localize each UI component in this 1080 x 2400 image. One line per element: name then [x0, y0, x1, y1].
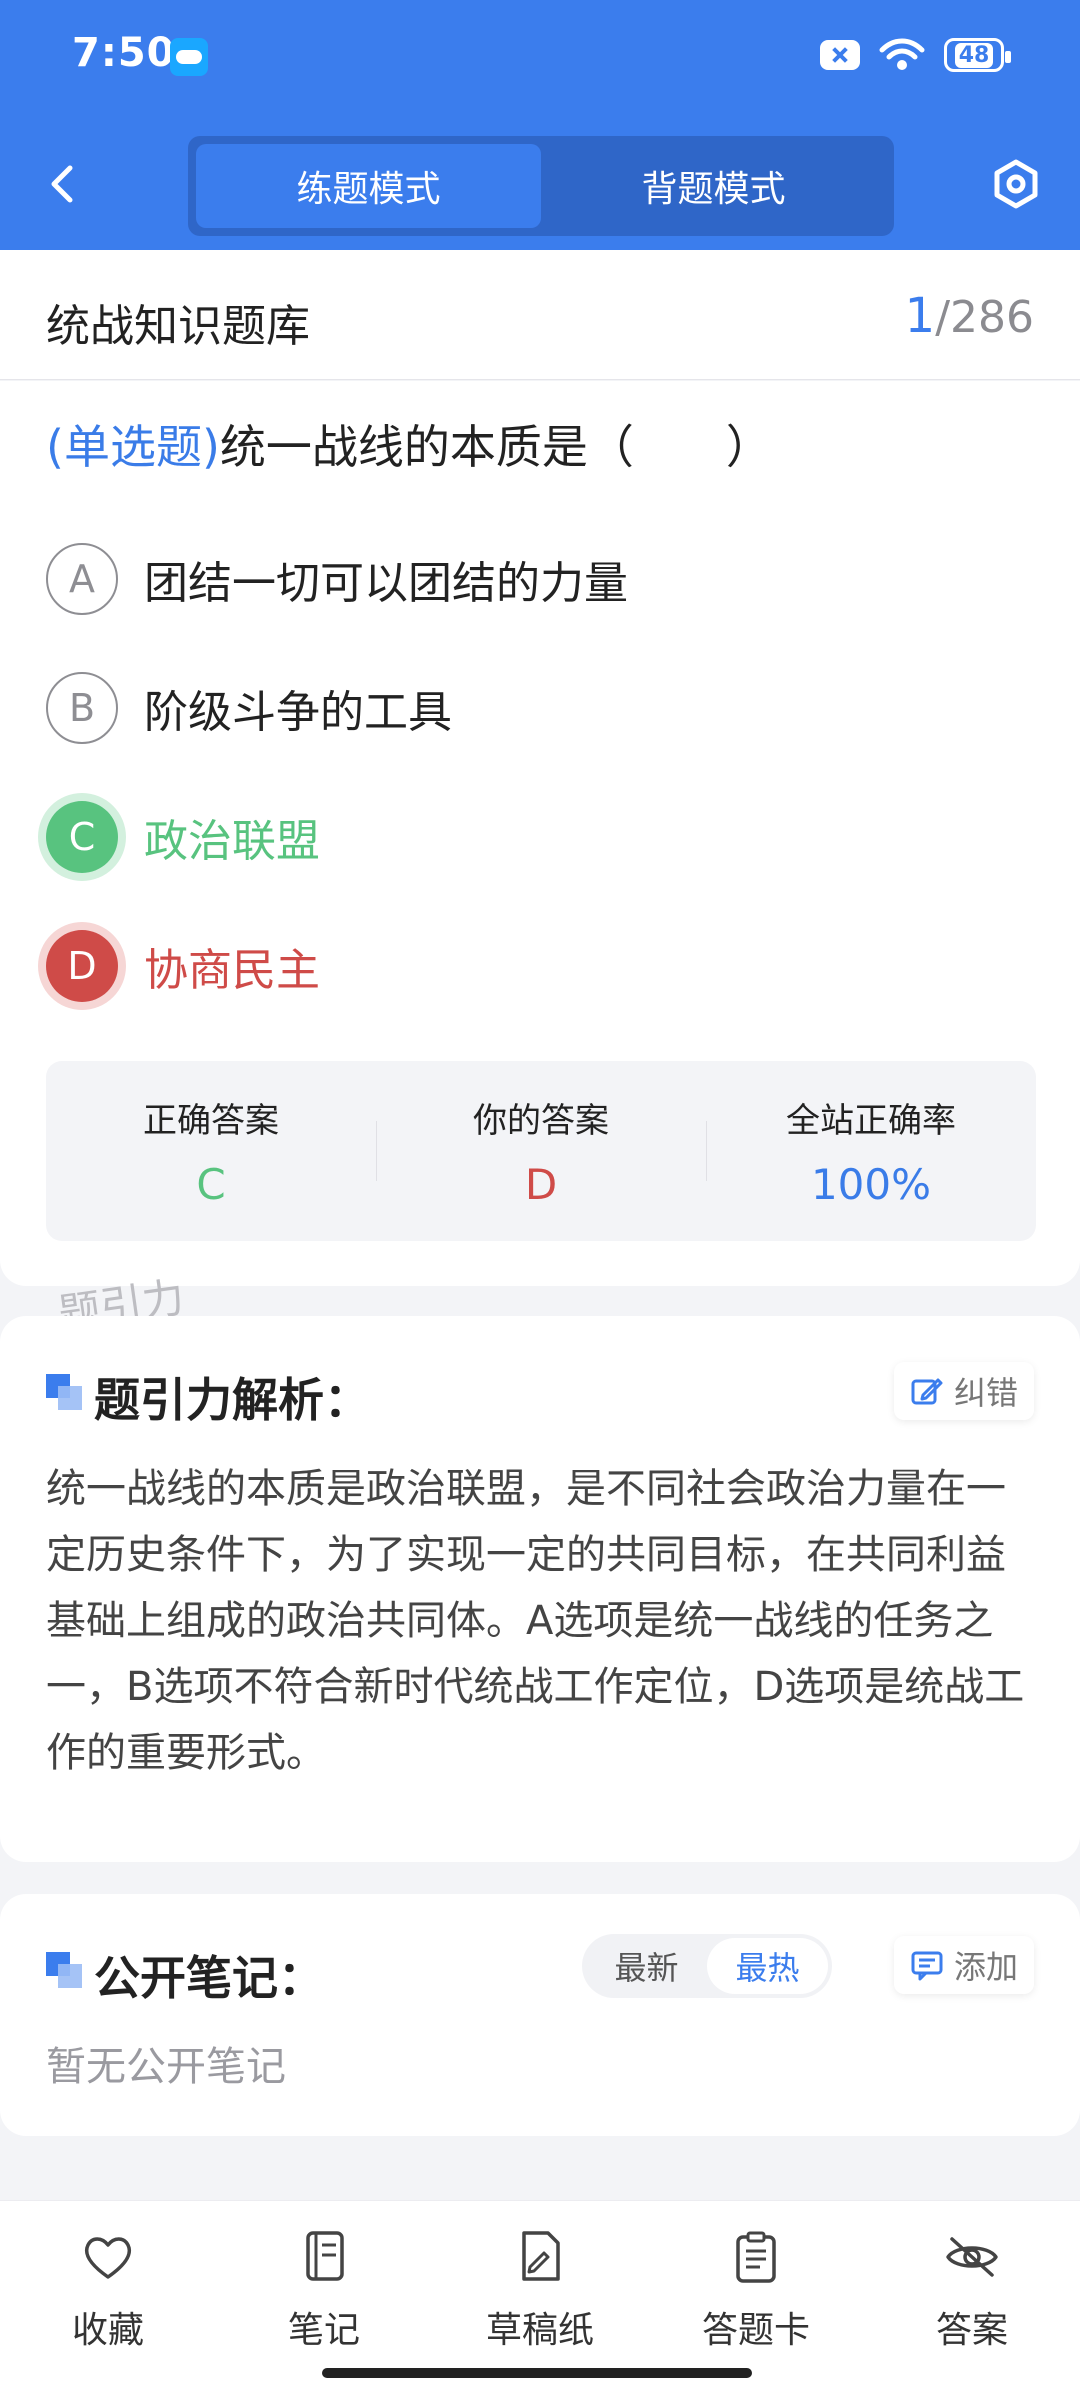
- tab-practice-mode[interactable]: 练题模式: [196, 144, 541, 228]
- notification-x-icon: [820, 40, 860, 70]
- sort-latest[interactable]: 最新: [586, 1938, 707, 1994]
- back-button[interactable]: [40, 160, 88, 208]
- notebook-icon: [306, 2231, 344, 2281]
- notes-sort-toggle: 最新 最热: [582, 1934, 832, 1998]
- add-note-label: 添加: [953, 1948, 1018, 1986]
- accuracy-rate-value: 100%: [810, 1160, 932, 1209]
- option-text: 团结一切可以团结的力量: [144, 558, 628, 609]
- question-stem: (单选题)统一战线的本质是（ ）: [46, 411, 772, 477]
- option-b[interactable]: B 阶级斗争的工具: [46, 660, 1046, 756]
- option-key: C: [46, 801, 118, 873]
- option-a[interactable]: A 团结一切可以团结的力量: [46, 531, 1046, 627]
- option-text: 政治联盟: [144, 816, 320, 867]
- notes-label: 笔记: [287, 2310, 360, 2351]
- answer-card-label: 答题卡: [701, 2310, 810, 2351]
- draft-paper-label: 草稿纸: [485, 2310, 594, 2351]
- draft-paper-icon: [522, 2231, 560, 2281]
- stat-label: 你的答案: [473, 1101, 609, 1141]
- bank-title: 统战知识题库: [46, 301, 310, 352]
- weather-icon: [170, 38, 208, 76]
- correct-answer-stat: 正确答案 C: [46, 1061, 376, 1241]
- options-list: A 团结一切可以团结的力量 B 阶级斗争的工具 C 政治联盟 D 协商民主: [46, 531, 1046, 1047]
- settings-button[interactable]: [988, 156, 1044, 212]
- edit-icon: [911, 1378, 943, 1405]
- stat-label: 正确答案: [143, 1101, 279, 1141]
- answer-stats: 正确答案 C 你的答案 D 全站正确率 100%: [46, 1061, 1036, 1241]
- favorite-button[interactable]: 收藏: [18, 2227, 198, 2400]
- option-c[interactable]: C 政治联盟: [46, 789, 1046, 885]
- heart-icon: [84, 2237, 132, 2279]
- question-text: 统一战线的本质是（ ）: [219, 420, 772, 474]
- tab-review-mode[interactable]: 背题模式: [541, 144, 886, 228]
- battery-level: 48: [954, 42, 994, 68]
- current-index: 1: [904, 288, 936, 344]
- clipboard-icon: [736, 2231, 776, 2283]
- top-bar: 7:50 48 练题模式 背题模式: [0, 0, 1080, 250]
- wifi-icon: [878, 38, 926, 72]
- settings-hexagon-icon: [994, 159, 1038, 209]
- accuracy-rate-stat: 全站正确率 100%: [706, 1061, 1036, 1241]
- add-note-button[interactable]: 添加: [893, 1936, 1034, 1994]
- question-header: 统战知识题库 1/286: [0, 250, 1080, 380]
- public-notes-card: 公开笔记： 最新 最热 添加 暂无公开笔记: [0, 1894, 1080, 2136]
- option-key: D: [46, 930, 118, 1002]
- correct-answer-value: C: [196, 1160, 226, 1209]
- analysis-text: 统一战线的本质是政治联盟，是不同社会政治力量在一定历史条件下，为了实现一定的共同…: [46, 1466, 1025, 1776]
- sort-hot[interactable]: 最热: [707, 1938, 828, 1994]
- status-time: 7:50: [72, 30, 176, 76]
- chevron-left-icon: [51, 165, 73, 203]
- option-d[interactable]: D 协商民主: [46, 918, 1046, 1014]
- report-error-button[interactable]: 纠错: [893, 1362, 1034, 1420]
- analysis-title: 题引力解析：: [94, 1373, 370, 1427]
- notes-title: 公开笔记：: [94, 1951, 324, 2005]
- comment-icon: [911, 1951, 943, 1981]
- eye-off-icon: [946, 2237, 998, 2277]
- section-squares-icon: [46, 1952, 82, 1988]
- mode-switch: 练题模式 背题模式: [188, 136, 894, 236]
- answer-toggle-button[interactable]: 答案: [882, 2227, 1062, 2400]
- your-answer-stat: 你的答案 D: [376, 1061, 706, 1241]
- empty-notes-text: 暂无公开笔记: [46, 2044, 286, 2090]
- report-error-label: 纠错: [953, 1374, 1018, 1412]
- option-text: 协商民主: [144, 945, 320, 996]
- battery-icon: 48: [944, 38, 1011, 72]
- answer-label: 答案: [935, 2310, 1008, 2351]
- favorite-label: 收藏: [71, 2310, 144, 2351]
- total-count: /286: [935, 292, 1034, 343]
- nav-bar: 练题模式 背题模式: [0, 120, 1080, 250]
- question-card: (单选题)统一战线的本质是（ ） A 团结一切可以团结的力量 B 阶级斗争的工具…: [0, 381, 1080, 1286]
- question-type: (单选题): [46, 420, 220, 474]
- stat-label: 全站正确率: [786, 1101, 956, 1141]
- status-icons: 48: [820, 38, 1011, 72]
- section-squares-icon: [46, 1374, 82, 1410]
- analysis-card: 题引力解析： 纠错 统一战线的本质是政治联盟，是不同社会政治力量在一定历史条件下…: [0, 1316, 1080, 1862]
- your-answer-value: D: [524, 1160, 558, 1209]
- option-key: B: [46, 672, 118, 744]
- option-text: 阶级斗争的工具: [144, 687, 452, 738]
- home-indicator[interactable]: [322, 2368, 752, 2378]
- option-key: A: [46, 543, 118, 615]
- question-counter: 1/286: [905, 288, 1034, 344]
- status-bar: 7:50 48: [0, 0, 1080, 120]
